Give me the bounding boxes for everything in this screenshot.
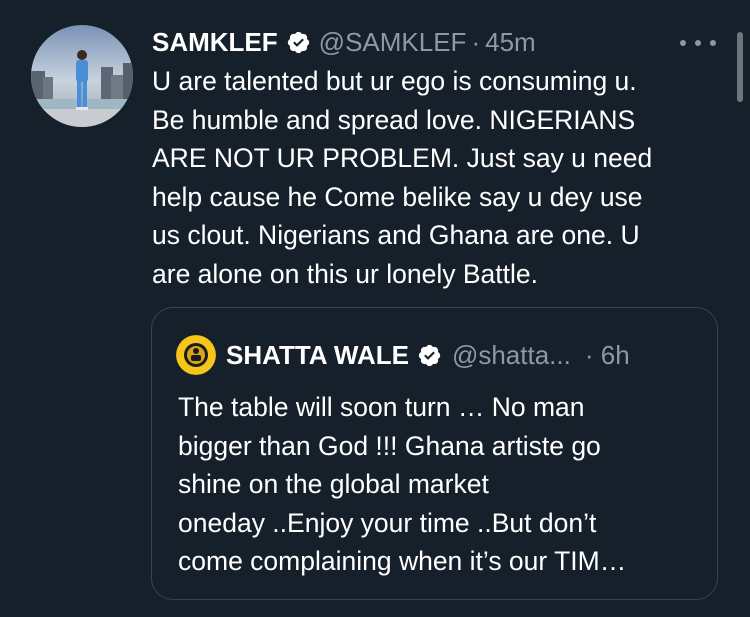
tweet-text-line: us clout. Nigerians and Ghana are one. U: [152, 220, 640, 250]
verified-badge-icon: [287, 31, 309, 53]
tweet-text-line: help cause he Come belike say u dey use: [152, 181, 643, 212]
tweet-text: U are talented but ur ego is consuming u…: [152, 62, 712, 293]
more-options-icon[interactable]: [680, 38, 716, 48]
author-display-name[interactable]: SAMKLEF: [152, 27, 278, 58]
quoted-tweet-text: The table will soon turn … No man bigger…: [178, 388, 698, 581]
header-separator: ·: [471, 26, 481, 57]
quoted-author-handle[interactable]: @shatta...: [452, 340, 571, 371]
tweet-text-line: U are talented but ur ego is consuming u…: [152, 66, 637, 96]
quoted-text-line: shine on the global market: [178, 469, 489, 499]
tweet-text-line: are alone on this ur lonely Battle.: [152, 258, 538, 289]
tweet-card[interactable]: SAMKLEF @SAMKLEF · 45m U are talented bu…: [0, 0, 750, 617]
quoted-author-avatar[interactable]: [176, 335, 216, 375]
quoted-author-display-name[interactable]: SHATTA WALE: [226, 340, 409, 371]
quoted-text-line: bigger than God !!! Ghana artiste go: [178, 430, 601, 461]
quoted-tweet-timestamp[interactable]: · 6h: [585, 340, 630, 371]
author-avatar-image: [31, 25, 133, 127]
quoted-text-line: The table will soon turn … No man: [178, 392, 585, 422]
tweet-timestamp[interactable]: 45m: [485, 27, 536, 58]
author-handle[interactable]: @SAMKLEF: [319, 27, 467, 58]
tweet-text-line: Be humble and spread love. NIGERIANS: [152, 104, 636, 135]
verified-badge-icon: [418, 344, 441, 366]
tweet-text-line: ARE NOT UR PROBLEM. Just say u need: [152, 143, 653, 173]
tweet-header: SAMKLEF @SAMKLEF · 45m: [152, 24, 536, 60]
author-avatar[interactable]: [31, 25, 133, 127]
quoted-text-line: oneday ..Enjoy your time ..But don’t: [178, 507, 597, 538]
quoted-tweet-header: SHATTA WALE @shatta... · 6h: [176, 335, 630, 375]
quoted-tweet-card[interactable]: SHATTA WALE @shatta... · 6h The table wi…: [151, 307, 718, 600]
quoted-text-line: come complaining when it’s our TIM…: [178, 546, 627, 576]
scrollbar-thumb[interactable]: [737, 32, 743, 102]
